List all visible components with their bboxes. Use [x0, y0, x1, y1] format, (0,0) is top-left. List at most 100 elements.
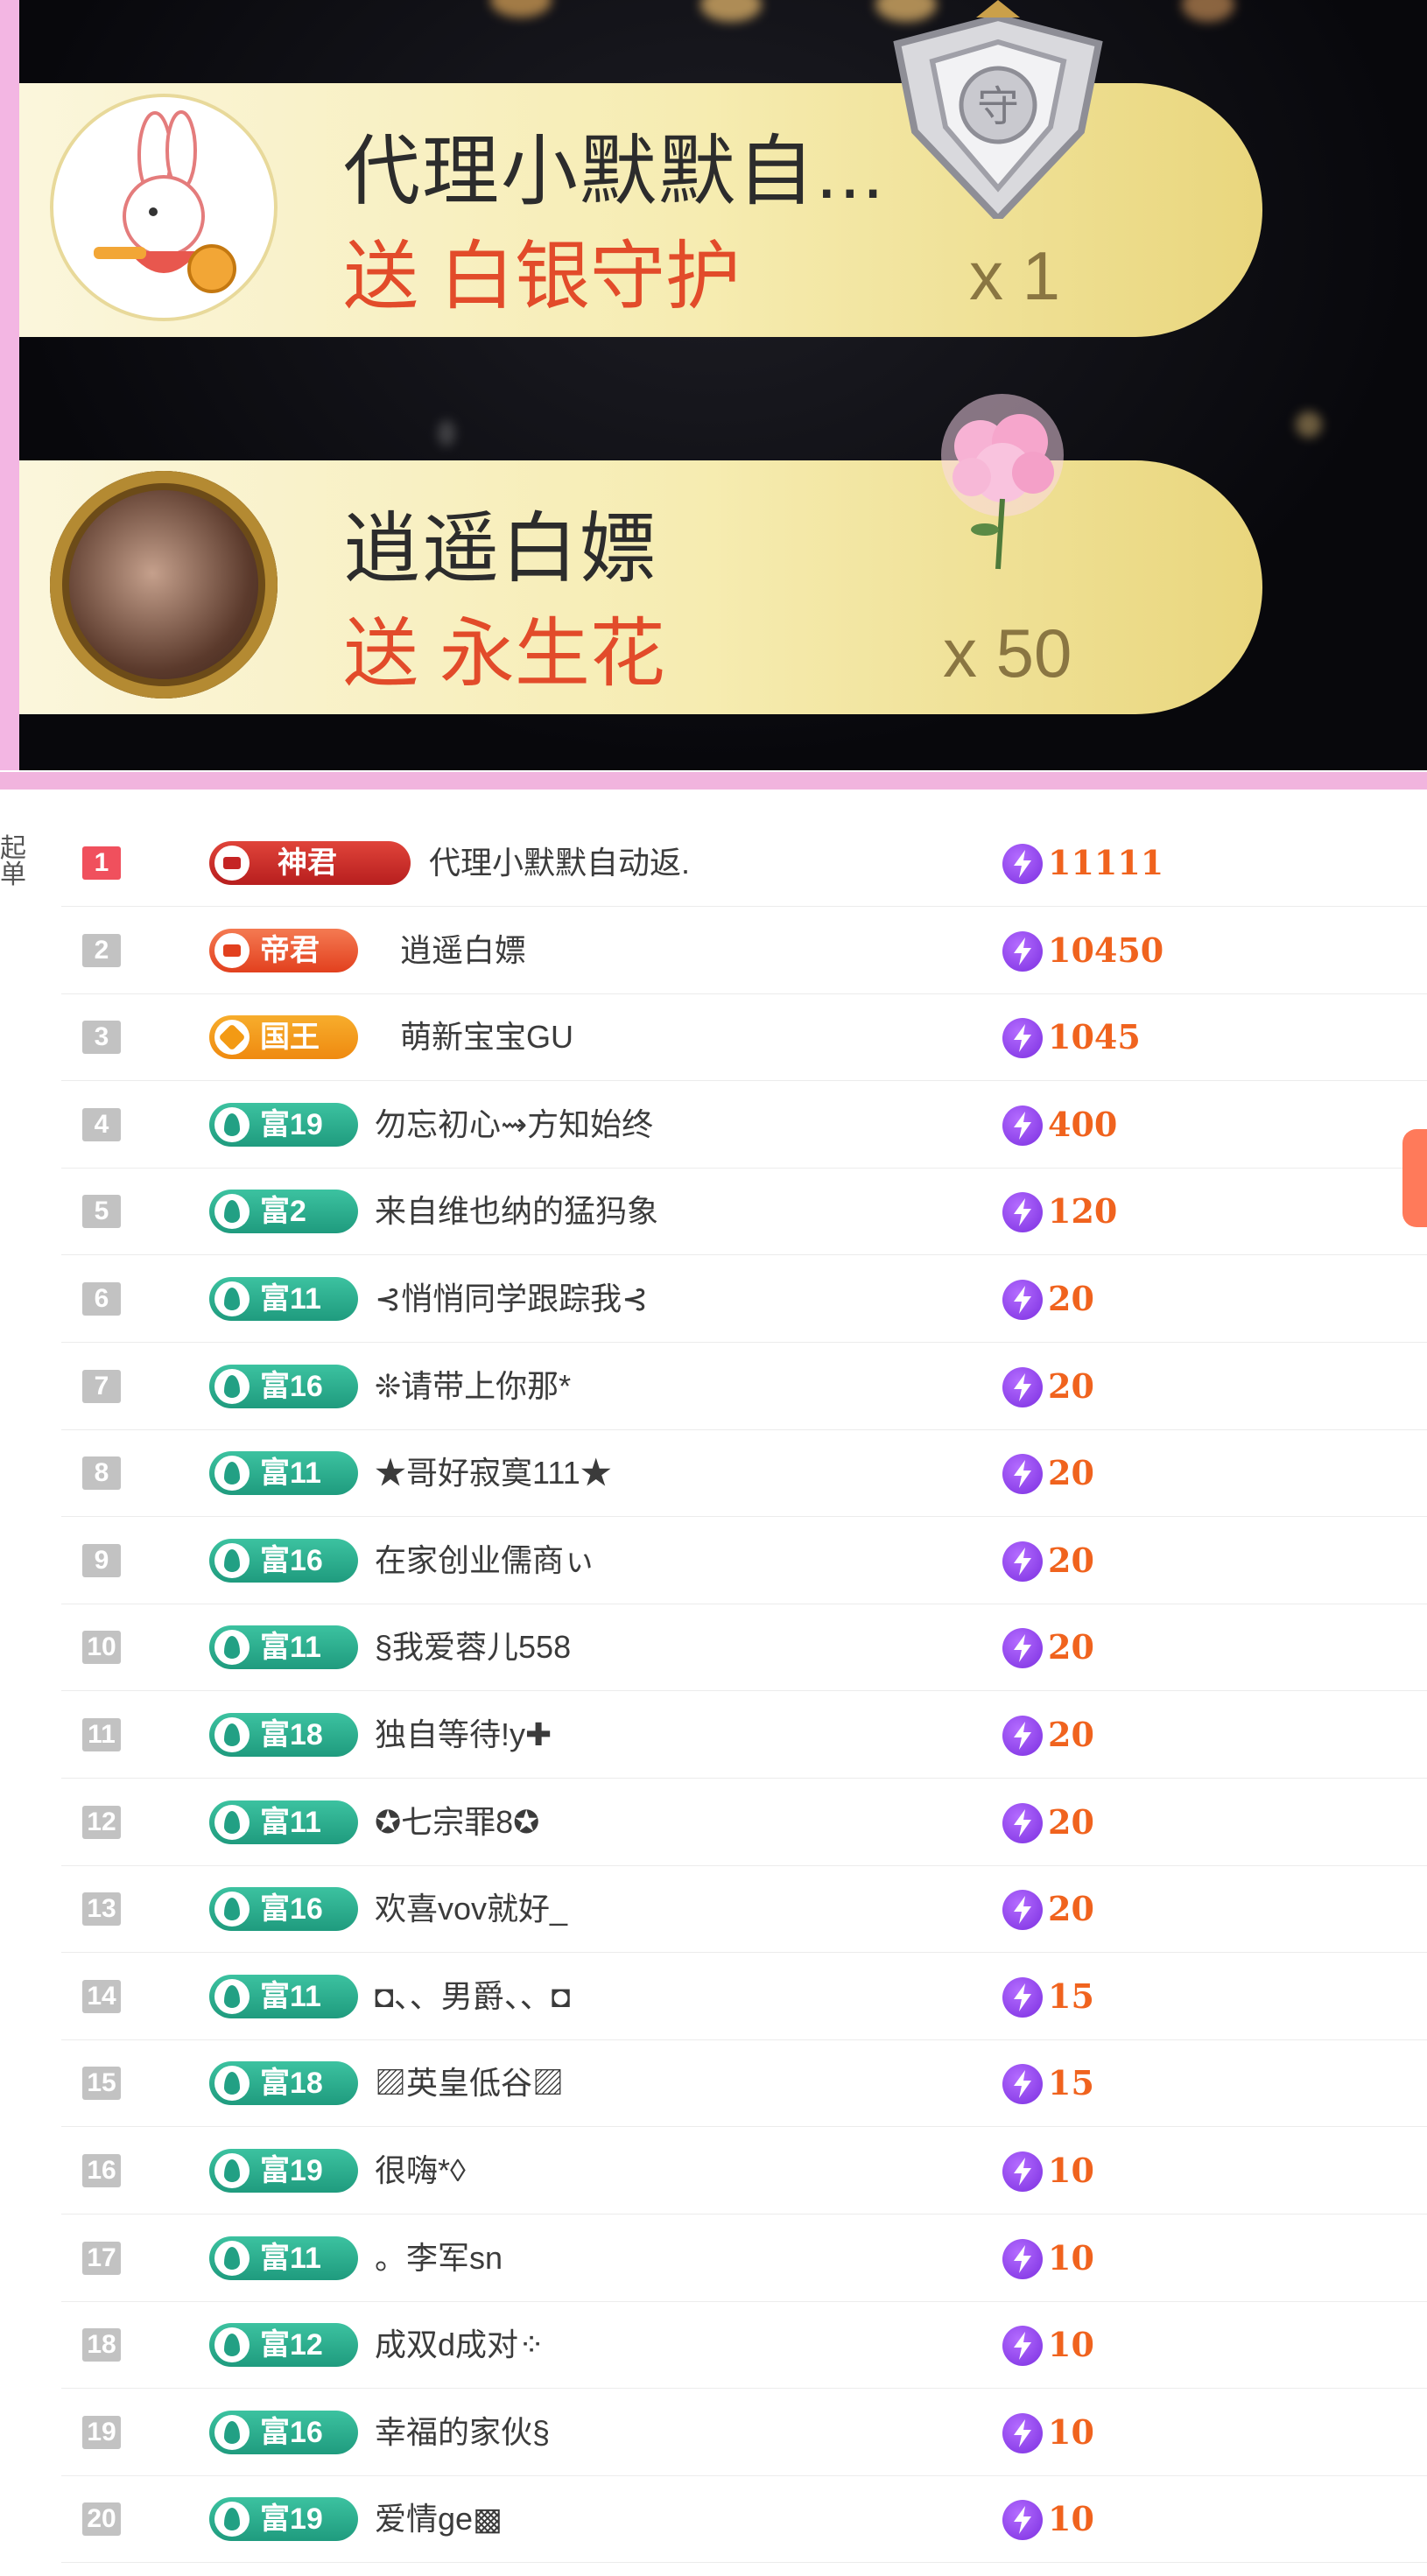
- score-value: 10: [1048, 2499, 1094, 2539]
- level-badge-label: 富11: [260, 2241, 321, 2275]
- level-badge-icon: [214, 1194, 250, 1230]
- user-name[interactable]: 。李军sn: [375, 2234, 503, 2283]
- user-name[interactable]: 代理小默默自动返.: [429, 839, 690, 888]
- ranking-row[interactable]: 5 富2 来自维也纳的猛犸象 120: [61, 1168, 1427, 1256]
- lightning-coin-icon: [1002, 1716, 1043, 1756]
- user-name[interactable]: 很嗨*◊: [375, 2146, 466, 2195]
- level-badge-icon: [214, 1630, 250, 1666]
- user-name[interactable]: 来自维也纳的猛犸象: [375, 1187, 658, 1236]
- ranking-row[interactable]: 16 富19 很嗨*◊ 10: [61, 2127, 1427, 2215]
- user-name[interactable]: ❊请带上你那*: [375, 1362, 571, 1411]
- level-badge-icon: [214, 2502, 250, 2537]
- ranking-row[interactable]: 14 富11 ◘、、男爵、、◘ 15: [61, 1953, 1427, 2040]
- rank-number: 14: [82, 1979, 121, 2013]
- level-badge: 富16: [209, 1538, 358, 1583]
- rank-number: 6: [82, 1282, 121, 1316]
- lightning-coin-icon: [1002, 2238, 1043, 2279]
- user-name[interactable]: 勿忘初心⇝方知始终: [375, 1100, 653, 1149]
- lightning-coin-icon: [1002, 2326, 1043, 2367]
- sender-name: 代理小默默自...: [343, 128, 886, 214]
- ranking-row[interactable]: 19 富16 幸福的家伙§ 10: [61, 2389, 1427, 2476]
- pink-edge: [0, 0, 19, 770]
- ranking-row[interactable]: 18 富12 成双d成对⁘ 10: [61, 2301, 1427, 2390]
- lightning-coin-icon: [1002, 1280, 1043, 1320]
- eternal-flower-icon: [902, 385, 1103, 581]
- level-badge: 富19: [209, 2497, 358, 2542]
- level-badge-label: 富18: [260, 2067, 323, 2101]
- lightning-coin-icon: [1002, 1976, 1043, 2018]
- user-name[interactable]: 独自等待!y✚: [375, 1710, 552, 1759]
- ranking-row[interactable]: 7 富16 ❊请带上你那* 20: [61, 1343, 1427, 1430]
- side-tab-label: 起 单: [0, 836, 26, 888]
- rabbit-avatar: [50, 94, 278, 321]
- level-badge-label: 富16: [260, 2415, 323, 2449]
- user-name[interactable]: 成双d成对⁘: [375, 2320, 545, 2369]
- level-badge: 富11: [209, 1974, 358, 2018]
- lightning-coin-icon: [1002, 2500, 1043, 2541]
- user-name[interactable]: ✪七宗罪8✪: [375, 1798, 539, 1847]
- lightning-coin-icon: [1002, 1366, 1043, 1407]
- level-badge-icon: [214, 846, 250, 881]
- user-name[interactable]: 爱情ge▩: [375, 2495, 503, 2544]
- level-badge: 富19: [209, 1102, 358, 1147]
- level-badge-label: 富19: [260, 1107, 323, 1141]
- score-value: 20: [1048, 1365, 1094, 1406]
- score-value: 120: [1048, 1191, 1118, 1232]
- ranking-row[interactable]: 3 国王 萌新宝宝GU 1045: [61, 993, 1427, 1082]
- ranking-row[interactable]: 9 富16 在家创业儒商ぃ 20: [61, 1517, 1427, 1604]
- ranking-row[interactable]: 15 富18 ▨英皇低谷▨ 15: [61, 2039, 1427, 2128]
- lightning-coin-icon: [1002, 1454, 1043, 1495]
- section-separator: [0, 772, 1427, 790]
- ranking-row[interactable]: 10 富11 §我爱蓉儿558 20: [61, 1604, 1427, 1692]
- ranking-row[interactable]: 11 富18 独自等待!y✚ 20: [61, 1691, 1427, 1779]
- level-badge: 帝君: [209, 928, 358, 972]
- level-badge-icon: [214, 2153, 250, 2188]
- level-badge-icon: [214, 1804, 250, 1840]
- rank-number: 10: [82, 1631, 121, 1665]
- level-badge: 富16: [209, 1887, 358, 1932]
- ranking-row[interactable]: 20 富19 爱情ge▩ 10: [61, 2475, 1427, 2564]
- rank-number: 1: [82, 846, 121, 880]
- ranking-row[interactable]: 2 帝君 逍遥白嫖 10450: [61, 907, 1427, 994]
- level-badge-icon: [214, 2327, 250, 2363]
- level-badge: 富16: [209, 2410, 358, 2454]
- user-name[interactable]: ⊰悄悄同学跟踪我⊰: [375, 1274, 648, 1323]
- lightning-coin-icon: [1002, 1018, 1043, 1059]
- ranking-row[interactable]: 13 富16 欢喜vov就好_ 20: [61, 1865, 1427, 1954]
- level-badge-label: 富11: [260, 1979, 321, 2013]
- ranking-row[interactable]: 12 富11 ✪七宗罪8✪ 20: [61, 1779, 1427, 1866]
- user-name[interactable]: ◘、、男爵、、◘: [375, 1972, 571, 2021]
- ranking-row[interactable]: 4 富19 勿忘初心⇝方知始终 400: [61, 1081, 1427, 1169]
- ranking-row[interactable]: 1 神君 代理小默默自动返. 11111: [61, 819, 1427, 907]
- score-value: 20: [1048, 1801, 1094, 1842]
- user-name[interactable]: 萌新宝宝GU: [400, 1013, 573, 1062]
- level-badge-label: 富19: [260, 2502, 323, 2537]
- user-name[interactable]: §我爱蓉儿558: [375, 1623, 571, 1672]
- rank-number: 18: [82, 2328, 121, 2362]
- level-badge-icon: [214, 1020, 250, 1056]
- score-value: 10: [1048, 2151, 1094, 2190]
- user-name[interactable]: 幸福的家伙§: [375, 2408, 550, 2457]
- lightning-coin-icon: [1002, 1541, 1043, 1582]
- score-value: 20: [1048, 1540, 1094, 1580]
- rank-number: 15: [82, 2067, 121, 2101]
- user-name[interactable]: ▨英皇低谷▨: [375, 2059, 564, 2108]
- level-badge: 富19: [209, 2149, 358, 2193]
- level-badge-icon: [214, 1542, 250, 1578]
- user-name[interactable]: 欢喜vov就好_: [375, 1885, 567, 1934]
- user-name[interactable]: 在家创业儒商ぃ: [375, 1536, 595, 1585]
- user-name[interactable]: ★哥好寂寞111★: [375, 1449, 612, 1498]
- level-badge-icon: [214, 1892, 250, 1927]
- level-badge-label: 富16: [260, 1369, 323, 1403]
- rank-number: 17: [82, 2241, 121, 2275]
- rank-number: 20: [82, 2502, 121, 2537]
- user-name[interactable]: 逍遥白嫖: [400, 926, 526, 975]
- side-float-button[interactable]: [1402, 1129, 1427, 1227]
- silver-guard-shield-icon: 守: [871, 0, 1125, 224]
- ranking-row[interactable]: 8 富11 ★哥好寂寞111★ 20: [61, 1429, 1427, 1518]
- lightning-coin-icon: [1002, 2064, 1043, 2105]
- rank-number: 9: [82, 1543, 121, 1577]
- ranking-row[interactable]: 6 富11 ⊰悄悄同学跟踪我⊰ 20: [61, 1255, 1427, 1343]
- level-badge-label: 富19: [260, 2154, 323, 2187]
- ranking-row[interactable]: 17 富11 。李军sn 10: [61, 2215, 1427, 2302]
